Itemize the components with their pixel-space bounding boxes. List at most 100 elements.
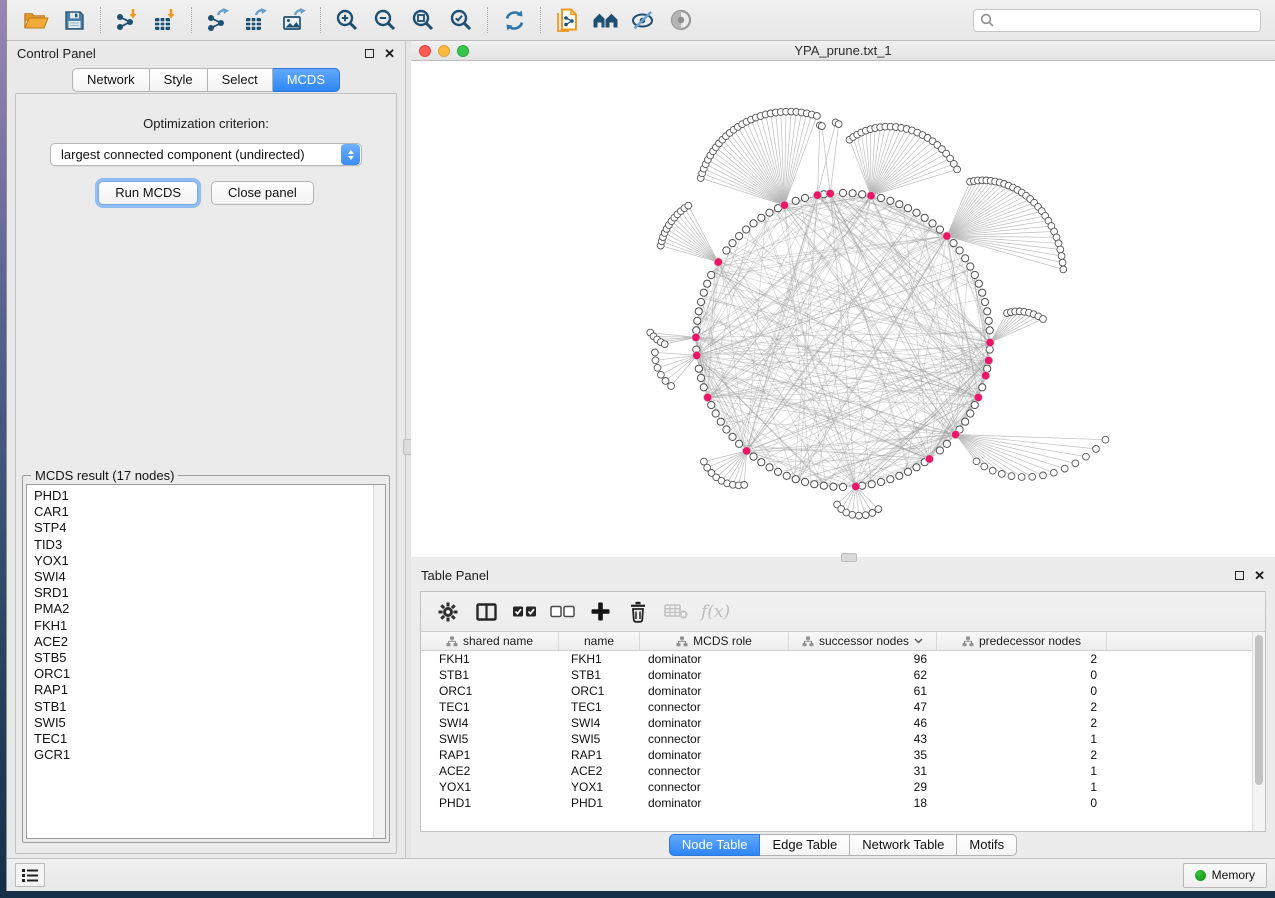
save-floppy-icon: [64, 10, 85, 31]
tab-style[interactable]: Style: [150, 68, 208, 92]
deselect-all-rows-button[interactable]: [545, 597, 579, 627]
column-header-successor-nodes[interactable]: successor nodes: [789, 632, 937, 650]
plus-icon: [591, 602, 610, 621]
tab-select[interactable]: Select: [208, 68, 273, 92]
export-table-button[interactable]: [237, 4, 275, 36]
memory-status-button[interactable]: Memory: [1183, 863, 1267, 888]
table-row[interactable]: SWI4SWI4dominator462: [421, 715, 1252, 731]
table-row[interactable]: ORC1ORC1dominator610: [421, 683, 1252, 699]
table-settings-button[interactable]: [431, 597, 465, 627]
zoom-in-icon: [335, 8, 359, 32]
close-panel-button[interactable]: Close panel: [211, 181, 314, 205]
delete-table-button-disabled[interactable]: [659, 597, 693, 627]
window-maximize-button[interactable]: [457, 45, 469, 57]
column-header-predecessor-nodes[interactable]: predecessor nodes: [937, 632, 1107, 650]
scrollbar-thumb[interactable]: [1255, 635, 1263, 785]
list-item[interactable]: FKH1: [34, 618, 373, 634]
zoom-in-button[interactable]: [328, 4, 366, 36]
column-header-name[interactable]: name: [559, 632, 640, 650]
mcds-result-list[interactable]: PHD1 CAR1 STP4 TID3 YOX1 SWI4 SRD1 PMA2 …: [26, 484, 386, 839]
list-scrollbar[interactable]: [373, 485, 385, 838]
node-table: shared name name MCDS role successor nod…: [421, 632, 1265, 831]
function-builder-button-disabled[interactable]: f(x): [697, 602, 734, 622]
close-panel-icon[interactable]: ✕: [1254, 571, 1265, 580]
table-panel: Table Panel ✕ f(x): [411, 563, 1275, 858]
column-header-mcds-role[interactable]: MCDS role: [640, 632, 789, 650]
open-file-button[interactable]: [17, 4, 55, 36]
list-item[interactable]: ORC1: [34, 666, 373, 682]
list-item[interactable]: SRD1: [34, 585, 373, 601]
delete-column-button[interactable]: [621, 597, 655, 627]
task-history-button[interactable]: [15, 863, 45, 887]
list-item[interactable]: PMA2: [34, 601, 373, 617]
table-row[interactable]: FKH1FKH1dominator962: [421, 651, 1252, 667]
tab-network[interactable]: Network: [72, 68, 150, 92]
search-box[interactable]: [973, 9, 1261, 32]
export-network-button[interactable]: [199, 4, 237, 36]
criterion-dropdown[interactable]: largest connected component (undirected): [50, 143, 362, 166]
zoom-out-button[interactable]: [366, 4, 404, 36]
table-row[interactable]: RAP1RAP1dominator352: [421, 747, 1252, 763]
list-item[interactable]: RAP1: [34, 682, 373, 698]
window-close-button[interactable]: [419, 45, 431, 57]
refresh-layout-button[interactable]: [495, 4, 533, 36]
eye-icon: [669, 9, 693, 31]
list-item[interactable]: STB5: [34, 650, 373, 666]
tab-edge-table[interactable]: Edge Table: [760, 834, 850, 856]
list-item[interactable]: YOX1: [34, 553, 373, 569]
horizontal-splitter[interactable]: [411, 557, 1275, 563]
select-all-rows-button[interactable]: [507, 597, 541, 627]
column-visibility-button[interactable]: [469, 597, 503, 627]
splitter-grip[interactable]: [841, 553, 857, 562]
network-column-icon: [446, 636, 458, 647]
network-view-canvas[interactable]: [411, 61, 1275, 557]
table-row[interactable]: YOX1YOX1connector291: [421, 779, 1252, 795]
list-item[interactable]: PHD1: [34, 488, 373, 504]
list-item[interactable]: CAR1: [34, 504, 373, 520]
control-panel-titlebar: Control Panel ✕: [7, 41, 405, 65]
run-mcds-button[interactable]: Run MCDS: [98, 181, 198, 205]
memory-status-dot: [1195, 870, 1206, 881]
import-table-button[interactable]: [146, 4, 184, 36]
table-row[interactable]: SWI5SWI5connector431: [421, 731, 1252, 747]
table-scrollbar[interactable]: [1252, 632, 1265, 831]
show-selected-button[interactable]: [662, 4, 700, 36]
window-minimize-button[interactable]: [438, 45, 450, 57]
table-row[interactable]: PHD1PHD1dominator180: [421, 795, 1252, 811]
toolbar-separator: [191, 7, 192, 33]
tab-network-table[interactable]: Network Table: [850, 834, 957, 856]
save-session-button[interactable]: [55, 4, 93, 36]
tab-motifs[interactable]: Motifs: [957, 834, 1017, 856]
tab-node-table[interactable]: Node Table: [669, 834, 761, 856]
table-row[interactable]: TEC1TEC1connector472: [421, 699, 1252, 715]
list-item[interactable]: ACE2: [34, 634, 373, 650]
hide-selected-button[interactable]: [624, 4, 662, 36]
export-image-icon: [282, 8, 307, 32]
export-image-button[interactable]: [275, 4, 313, 36]
close-panel-icon[interactable]: ✕: [384, 49, 395, 58]
list-item[interactable]: TEC1: [34, 731, 373, 747]
show-all-networks-button[interactable]: [586, 4, 624, 36]
zoom-selected-button[interactable]: [442, 4, 480, 36]
list-item[interactable]: STB1: [34, 699, 373, 715]
table-rows: FKH1FKH1dominator962 STB1STB1dominator62…: [421, 651, 1252, 831]
float-panel-icon[interactable]: [1235, 571, 1244, 580]
add-column-button[interactable]: [583, 597, 617, 627]
list-item[interactable]: SWI4: [34, 569, 373, 585]
list-item[interactable]: SWI5: [34, 715, 373, 731]
table-row[interactable]: STB1STB1dominator620: [421, 667, 1252, 683]
main-toolbar: [7, 0, 1275, 41]
import-network-button[interactable]: [108, 4, 146, 36]
column-header-shared-name[interactable]: shared name: [421, 632, 559, 650]
zoom-fit-button[interactable]: [404, 4, 442, 36]
network-graph[interactable]: [411, 61, 1275, 557]
houses-icon: [592, 10, 619, 30]
export-document-button[interactable]: [548, 4, 586, 36]
table-row[interactable]: ACE2ACE2connector311: [421, 763, 1252, 779]
list-item[interactable]: STP4: [34, 520, 373, 536]
list-item[interactable]: TID3: [34, 537, 373, 553]
tab-mcds[interactable]: MCDS: [273, 68, 340, 92]
float-panel-icon[interactable]: [365, 49, 374, 58]
list-item[interactable]: GCR1: [34, 747, 373, 763]
search-input[interactable]: [999, 13, 1254, 27]
